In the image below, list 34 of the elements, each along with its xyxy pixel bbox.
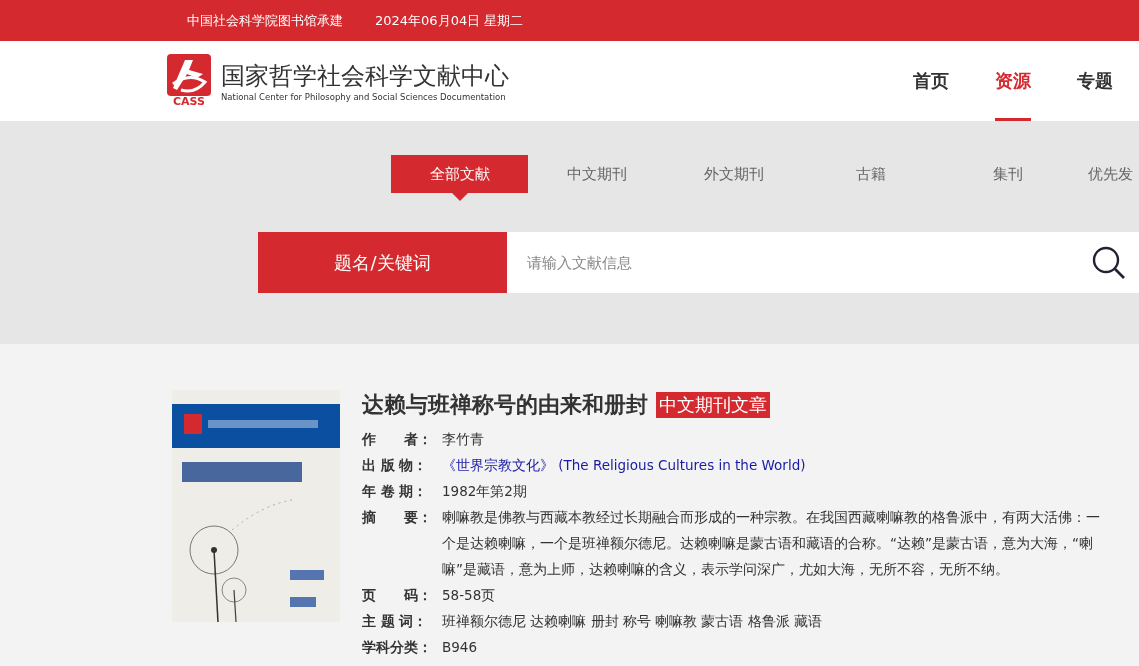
builder-text: 中国社会科学院图书馆承建 (187, 11, 343, 30)
field-value: 班禅额尔德尼 达赖喇嘛 册封 称号 喇嘛教 蒙古语 格鲁派 藏语 (442, 612, 823, 631)
field-label: 页 码： (362, 586, 433, 605)
search-button[interactable] (1079, 232, 1139, 293)
type-badge: 中文期刊文章 (656, 392, 770, 418)
category-tab[interactable]: 集刊 (939, 155, 1076, 193)
category-tab[interactable]: 优先发 (1076, 155, 1136, 193)
logo-text: CASS (173, 96, 205, 108)
field-label: 作 者： (362, 430, 433, 449)
site-title: 国家哲学社会科学文献中心 (221, 61, 509, 92)
date-text: 2024年06月04日 星期二 (375, 11, 524, 30)
category-tab[interactable]: 中文期刊 (528, 155, 665, 193)
nav-link[interactable]: 首页 (913, 41, 949, 121)
field-label: 年 卷 期： (362, 482, 429, 501)
article-title: 达赖与班禅称号的由来和册封 (362, 391, 648, 419)
field-label: 摘 要： (362, 508, 433, 527)
field-label: 出 版 物： (362, 456, 429, 475)
field-value: 喇嘛教是佛教与西藏本教经过长期融合而形成的一种宗教。在我国西藏喇嘛教的格鲁派中，有两大活佛：一个是达赖喇嘛，一个是班禅额尔德尼。达赖喇嘛是蒙古语和藏语的合称。“达赖”是蒙古语，意为大海，“喇嘛”是藏语，意为上师，达赖喇嘛的含义，表示学问深广，尤如大海，无所不容，无所不纳。 (442, 508, 1101, 579)
tab-pointer-icon (451, 193, 468, 201)
search-type-button[interactable]: 题名/关键词 (258, 232, 507, 293)
publication-link[interactable]: 《世界宗教文化》 (The Religious Cultures in the World) (442, 452, 806, 478)
field-label: 主 题 词： (362, 612, 429, 631)
nav-link[interactable]: 专题 (1077, 41, 1113, 121)
field-value: 李竹青 (442, 430, 484, 449)
search-field[interactable]: 请输入文献信息 (507, 232, 1079, 293)
field-value: B946 (442, 638, 478, 657)
logo-icon (167, 54, 211, 96)
category-tab[interactable]: 外文期刊 (665, 155, 802, 193)
field-value: 58-58页 (442, 586, 496, 605)
category-tab[interactable]: 古籍 (802, 155, 939, 193)
site-subtitle: National Center for Philosophy and Social Sciences Documentation (221, 92, 507, 102)
field-label: 学科分类： (362, 638, 433, 657)
search-icon (1091, 244, 1127, 281)
field-value: 1982年第2期 (442, 482, 527, 501)
